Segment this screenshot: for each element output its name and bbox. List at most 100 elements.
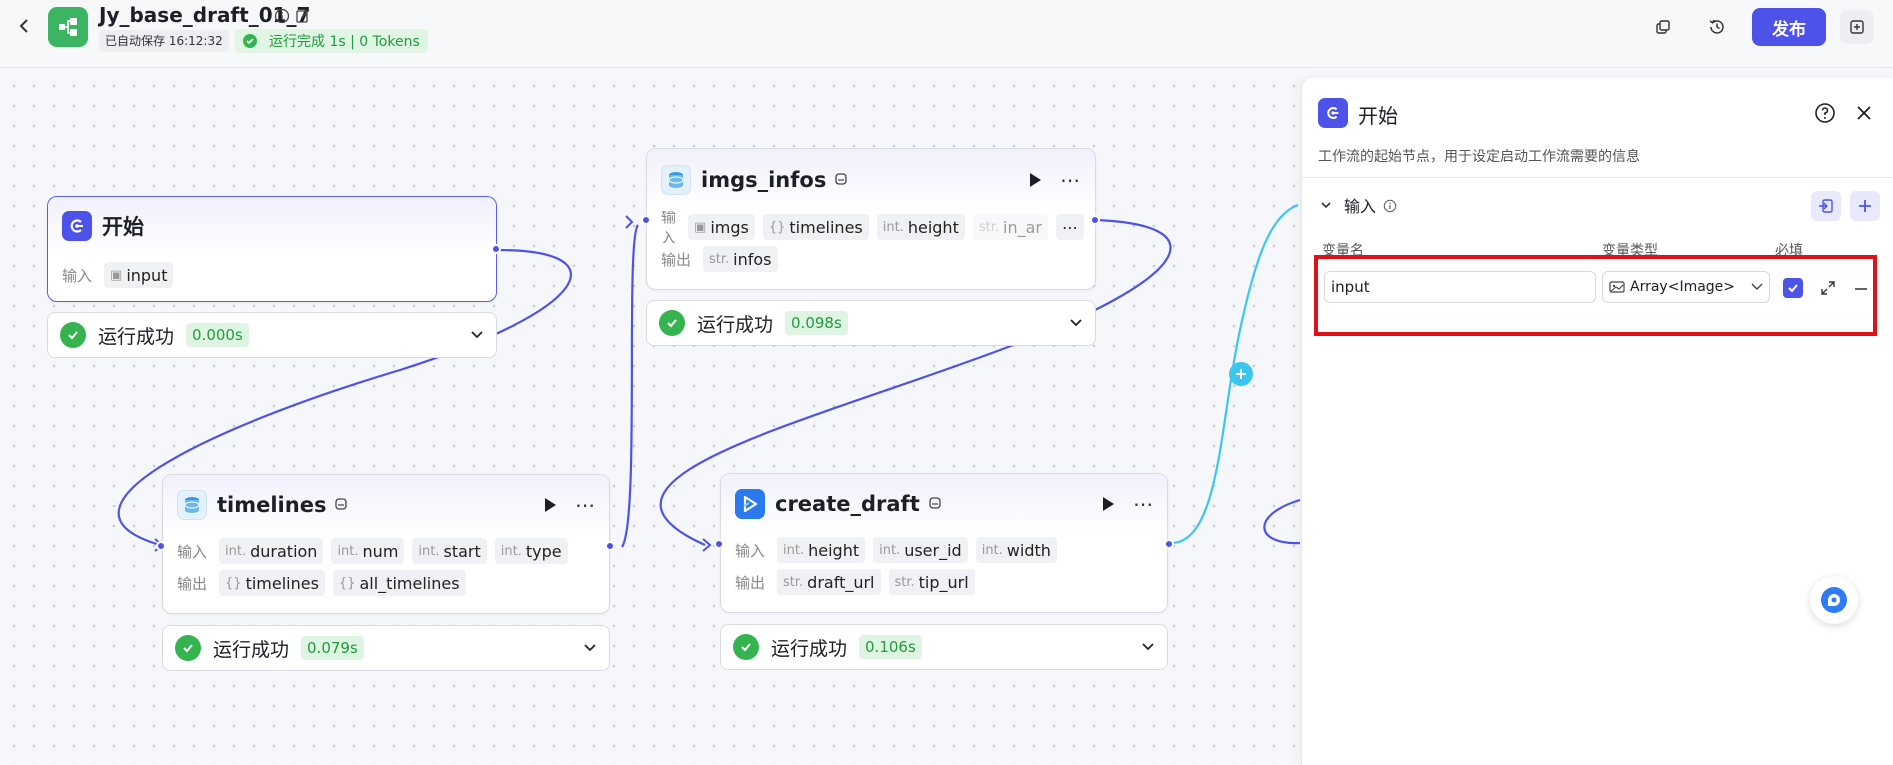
more-icon[interactable]: ⋯ (1133, 492, 1153, 516)
chevron-down-icon (1751, 283, 1763, 291)
node-start-title: 开始 (102, 215, 144, 239)
history-icon[interactable] (1706, 16, 1728, 38)
param-name: imgs (710, 217, 749, 237)
remove-variable-icon[interactable] (1854, 287, 1868, 291)
param-name: duration (250, 541, 318, 561)
panel-toggle-icon[interactable] (1840, 10, 1874, 44)
param-name: start (443, 541, 481, 561)
param-tag: int. duration (219, 538, 324, 564)
panel-divider (1302, 177, 1893, 178)
success-check-icon (243, 34, 257, 48)
param-tag: int. user_id (873, 537, 968, 563)
node-create-draft-input-port[interactable] (714, 539, 724, 549)
play-icon[interactable] (1028, 172, 1042, 188)
node-imgs-infos[interactable]: imgs_infos ⋯ 输入 ▣ imgs {} timelines int. he… (646, 148, 1096, 290)
autosave-badge: 已自动保存 16:12:32 (99, 30, 229, 52)
success-check-icon (659, 310, 685, 336)
param-name: infos (733, 249, 772, 269)
collapse-chevron-icon[interactable] (1320, 200, 1332, 210)
image-type-icon: ▣ (110, 267, 123, 283)
output-label: 输出 (735, 573, 766, 592)
param-tag: int. height (777, 537, 866, 563)
input-section-title: 输入 (1344, 197, 1377, 216)
input-label: 输入 (735, 541, 766, 560)
chevron-down-icon[interactable] (583, 643, 597, 653)
status-time: 0.000s (186, 323, 249, 347)
status-text: 运行成功 (697, 313, 774, 336)
chat-assistant-button[interactable] (1810, 576, 1858, 624)
node-timelines-input-port[interactable] (156, 541, 166, 551)
library-icon (834, 171, 848, 190)
back-icon[interactable] (14, 16, 34, 36)
param-tag: ▣ imgs (688, 214, 755, 240)
node-timelines-inputs: 输入 int. duration int. num int. start int. ty… (163, 535, 609, 567)
node-start[interactable]: 开始 输入 ▣ input (47, 196, 497, 302)
info-icon[interactable] (274, 8, 290, 24)
node-timelines-output-port[interactable] (605, 541, 615, 551)
param-tag: ▣ input (104, 262, 174, 288)
more-icon[interactable]: ⋯ (575, 493, 595, 517)
node-imgs-infos-title: imgs_infos (701, 168, 827, 192)
variable-type-select[interactable]: Array<Image> (1602, 271, 1770, 303)
param-tag: int. width (975, 537, 1057, 563)
variable-name-input[interactable] (1324, 271, 1596, 303)
param-type: int. (337, 543, 359, 559)
chevron-down-icon[interactable] (470, 330, 484, 340)
library-icon (928, 495, 942, 514)
more-params-button[interactable]: ⋯ (1055, 214, 1084, 240)
node-create-draft-output-port[interactable] (1164, 539, 1174, 549)
param-tag: int. num (331, 538, 405, 564)
param-name: input (126, 265, 168, 285)
node-create-draft-header: create_draft ⋯ (721, 474, 1167, 534)
close-icon[interactable] (1855, 104, 1873, 122)
node-imgs-infos-output-port[interactable] (1090, 215, 1100, 225)
param-type: int. (500, 543, 522, 559)
top-bar: Jy_base_draft_01_7 已自动保存 16:12:32 运行完成 1… (0, 0, 1893, 68)
import-button[interactable] (1811, 191, 1841, 221)
node-start-output-port[interactable] (491, 244, 501, 254)
play-icon[interactable] (543, 497, 557, 513)
plugin-icon (177, 490, 207, 520)
chevron-down-icon[interactable] (1069, 318, 1083, 328)
add-node-on-wire-button[interactable] (1229, 362, 1253, 386)
node-config-panel: 开始 工作流的起始节点，用于设定启动工作流需要的信息 输入 变量名 变量类型 必… (1301, 78, 1893, 765)
param-name: height (808, 540, 860, 560)
help-icon[interactable] (1814, 102, 1836, 124)
run-status-badge[interactable]: 运行完成 1s | 0 Tokens (235, 29, 428, 53)
add-variable-button[interactable] (1850, 191, 1880, 221)
node-start-status[interactable]: 运行成功 0.000s (47, 312, 497, 358)
param-tag: int. type (494, 538, 568, 564)
param-tag: {} all_timelines (332, 570, 466, 596)
play-icon[interactable] (1101, 496, 1115, 512)
expand-icon[interactable] (1820, 280, 1836, 296)
node-timelines-header: timelines ⋯ (163, 475, 609, 535)
node-imgs-infos-input-port[interactable] (641, 215, 651, 225)
node-timelines-status[interactable]: 运行成功 0.079s (162, 625, 610, 671)
more-icon[interactable]: ⋯ (1060, 168, 1081, 192)
status-time: 0.098s (785, 311, 848, 335)
required-checkbox[interactable] (1783, 278, 1803, 298)
publish-button[interactable]: 发布 (1752, 8, 1826, 46)
param-name: all_timelines (359, 573, 460, 593)
status-text: 运行成功 (98, 325, 175, 348)
node-imgs-infos-inputs: 输入 ▣ imgs {} timelines int. height str. in_a… (647, 211, 1095, 243)
node-imgs-infos-status[interactable]: 运行成功 0.098s (646, 300, 1096, 346)
node-timelines[interactable]: timelines ⋯ 输入 int. duration int. num int.… (162, 474, 610, 614)
copy-icon[interactable] (1652, 16, 1674, 38)
variable-type-value: Array<Image> (1630, 279, 1736, 295)
node-create-draft-status[interactable]: 运行成功 0.106s (720, 624, 1168, 670)
node-create-draft[interactable]: create_draft ⋯ 输入 int. height int. user_id… (720, 473, 1168, 613)
param-type: int. (418, 543, 440, 559)
capcut-icon (735, 489, 765, 519)
param-type: int. (225, 543, 247, 559)
output-label: 输出 (661, 250, 692, 269)
param-type: {} (338, 575, 356, 591)
param-tag: {} timelines (762, 214, 869, 240)
node-timelines-outputs: 输出 {} timelines {} all_timelines (163, 567, 609, 599)
library-icon (334, 496, 348, 515)
chevron-down-icon[interactable] (1141, 642, 1155, 652)
node-create-draft-inputs: 输入 int. height int. user_id int. width (721, 534, 1167, 566)
edit-icon[interactable] (295, 8, 311, 24)
param-name: type (525, 541, 562, 561)
start-node-icon (62, 211, 92, 241)
